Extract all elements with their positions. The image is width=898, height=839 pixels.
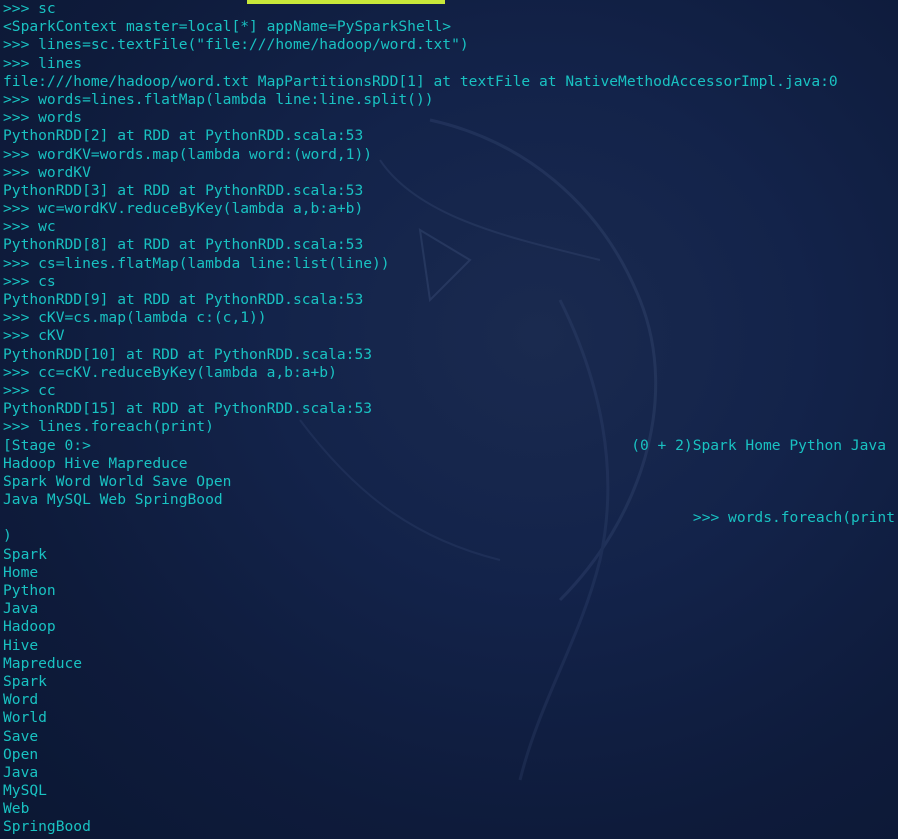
- terminal-line: >>> cKV=cs.map(lambda c:(c,1)): [3, 309, 267, 327]
- terminal-output: >>> sc <SparkContext master=local[*] app…: [3, 0, 898, 837]
- stage-progress-line: [Stage 0:> (0 + 2)Spark Home Python Java: [3, 437, 898, 455]
- terminal-line: >>> wordKV=words.map(lambda word:(word,1…: [3, 145, 373, 163]
- terminal-line: World: [3, 709, 47, 727]
- terminal-line: >>> cc: [3, 381, 56, 399]
- terminal-line: PythonRDD[9] at RDD at PythonRDD.scala:5…: [3, 291, 364, 308]
- terminal-line: PythonRDD[3] at RDD at PythonRDD.scala:5…: [3, 181, 364, 199]
- terminal-line: >>> cKV: [3, 327, 65, 345]
- terminal-line: Hadoop: [3, 618, 56, 636]
- terminal-line: Open: [3, 745, 39, 763]
- terminal-line: >>> lines: [3, 54, 83, 72]
- terminal-line: Java MySQL Web SpringBood: [3, 491, 223, 509]
- terminal-line: Web: [3, 800, 30, 818]
- terminal-line: PythonRDD[8] at RDD at PythonRDD.scala:5…: [3, 236, 364, 254]
- terminal-line: >>> cs=lines.flatMap(lambda line:list(li…: [3, 254, 390, 272]
- terminal-line: SpringBood: [3, 818, 91, 836]
- terminal-line: Spark: [3, 545, 47, 563]
- terminal-line: Spark: [3, 672, 47, 690]
- terminal-line: >>> wc=wordKV.reduceByKey(lambda a,b:a+b…: [3, 200, 364, 218]
- terminal-line: >>> wordKV: [3, 163, 91, 181]
- terminal-line: >>> lines.foreach(print): [3, 418, 214, 436]
- terminal-line: >>> words: [3, 109, 83, 127]
- terminal-line: Mapreduce: [3, 654, 83, 672]
- terminal-line: Hive: [3, 636, 39, 654]
- terminal-line: <SparkContext master=local[*] appName=Py…: [3, 18, 452, 36]
- prompt-line-right: >>> words.foreach(print: [692, 509, 895, 527]
- terminal-line: PythonRDD[15] at RDD at PythonRDD.scala:…: [3, 400, 373, 418]
- terminal-line: PythonRDD[10] at RDD at PythonRDD.scala:…: [3, 345, 373, 363]
- terminal-line: >>> sc: [3, 0, 56, 17]
- terminal-line: >>> words=lines.flatMap(lambda line:line…: [3, 90, 434, 108]
- terminal-line: Spark Word World Save Open: [3, 472, 232, 490]
- terminal-line: Home: [3, 563, 39, 581]
- terminal-line: Save: [3, 727, 39, 745]
- terminal-line: Java: [3, 600, 39, 618]
- terminal-line: >>> wc: [3, 218, 56, 236]
- stage-label: [Stage 0:>: [3, 436, 91, 454]
- terminal-line: ): [3, 527, 12, 545]
- terminal-line: >>> cc=cKV.reduceByKey(lambda a,b:a+b): [3, 363, 337, 381]
- terminal-line: PythonRDD[2] at RDD at PythonRDD.scala:5…: [3, 127, 364, 145]
- terminal-line: Hadoop Hive Mapreduce: [3, 454, 188, 472]
- terminal-line: file:///home/hadoop/word.txt MapPartitio…: [3, 72, 838, 90]
- terminal-window[interactable]: >>> sc <SparkContext master=local[*] app…: [0, 0, 898, 839]
- terminal-line: Python: [3, 582, 56, 599]
- terminal-line: Word: [3, 691, 39, 709]
- terminal-line: MySQL: [3, 782, 47, 800]
- stage-output: (0 + 2)Spark Home Python Java: [631, 436, 886, 454]
- terminal-line: >>> cs: [3, 272, 56, 290]
- terminal-line: Java: [3, 763, 39, 781]
- terminal-line: >>> lines=sc.textFile("file:///home/hado…: [3, 36, 469, 54]
